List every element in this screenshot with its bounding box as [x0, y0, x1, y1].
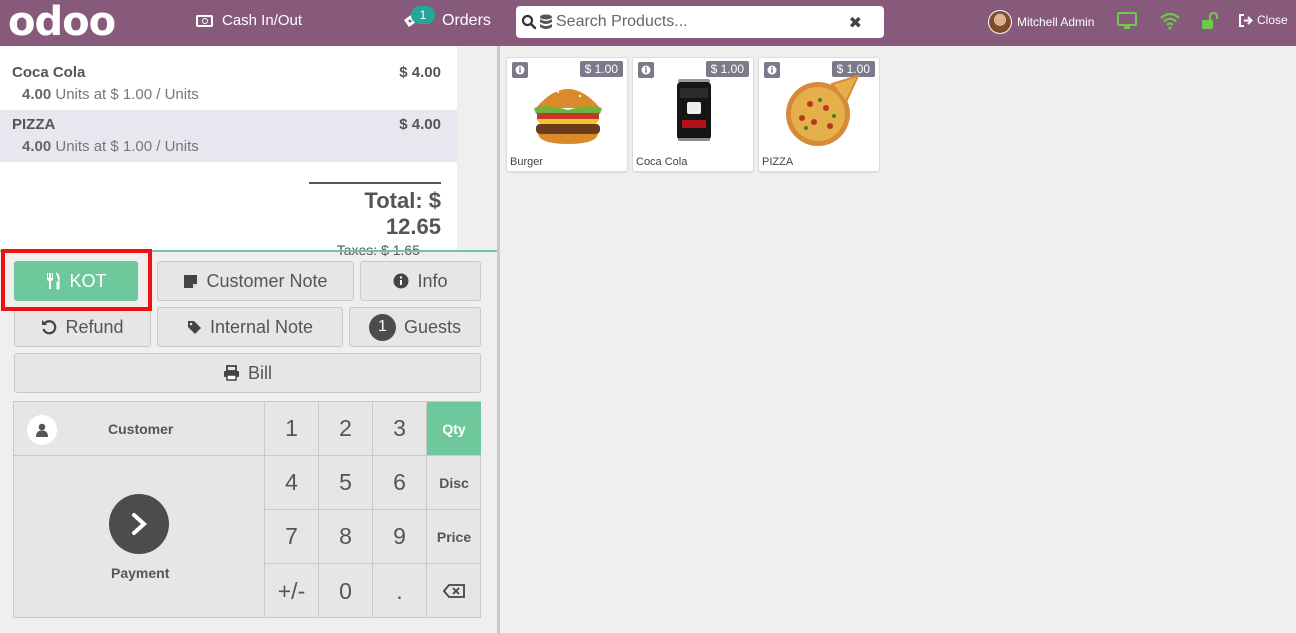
order-line-selected[interactable]: PIZZA $ 4.00 4.00 Units at $ 1.00 / Unit…: [0, 110, 457, 162]
backspace-icon: [443, 584, 465, 598]
numpad-key-3[interactable]: 3: [373, 402, 427, 456]
odoo-logo: odoo: [8, 0, 116, 45]
order-lines-area: Coca Cola $ 4.00 4.00 Units at $ 1.00 / …: [0, 46, 457, 258]
product-card-burger[interactable]: $ 1.00 Burger: [506, 57, 628, 172]
print-icon: [223, 365, 239, 381]
kot-highlight-frame: [1, 249, 152, 311]
numpad-key-1[interactable]: 1: [265, 402, 319, 456]
guests-label: Guests: [403, 316, 462, 337]
close-button[interactable]: Close: [1239, 13, 1288, 27]
numpad-key-9[interactable]: 9: [373, 510, 427, 564]
guests-count-badge: 1: [368, 313, 396, 341]
user-name: Mitchell Admin: [1017, 15, 1095, 29]
avatar: [988, 10, 1012, 34]
price-mode-button[interactable]: Price: [427, 510, 481, 564]
numpad-key-dot[interactable]: .: [373, 564, 427, 618]
top-bar: odoo Cash In/Out Orders 1 ✖ Mitchell Adm…: [0, 0, 1296, 46]
qty-mode-button[interactable]: Qty: [427, 402, 481, 456]
numpad-key-6[interactable]: 6: [373, 456, 427, 510]
numpad-key-2[interactable]: 2: [319, 402, 373, 456]
info-label: Info: [417, 270, 448, 291]
info-icon[interactable]: [512, 62, 528, 78]
guests-button[interactable]: 1 Guests: [349, 307, 481, 347]
unlock-icon[interactable]: [1201, 11, 1219, 35]
backspace-button[interactable]: [427, 564, 481, 618]
search-input[interactable]: [556, 13, 846, 31]
product-name: PIZZA: [762, 156, 794, 168]
bill-button[interactable]: Bill: [14, 353, 481, 393]
customer-button[interactable]: Customer: [14, 402, 265, 456]
undo-icon: [42, 320, 57, 335]
pizza-image: [786, 74, 860, 146]
product-card-pizza[interactable]: $ 1.00 PIZZA: [758, 57, 880, 172]
numpad-key-7[interactable]: 7: [265, 510, 319, 564]
order-line-qty: 4.00: [22, 86, 52, 103]
clear-search-icon[interactable]: ✖: [849, 13, 862, 33]
product-card-coca-cola[interactable]: $ 1.00 Coca Cola: [632, 57, 754, 172]
product-list: $ 1.00 Burger $ 1.00 Coca Cola $ 1.00 PI…: [500, 46, 1296, 633]
order-line-name: PIZZA: [12, 116, 56, 133]
order-line-info: 4.00 Units at $ 1.00 / Units: [22, 86, 199, 103]
user-icon: [27, 415, 57, 445]
close-label: Close: [1257, 13, 1288, 27]
orders-label: Orders: [442, 12, 491, 29]
cash-in-out-label: Cash In/Out: [222, 12, 303, 29]
order-line-price: $ 4.00: [399, 116, 441, 133]
database-icon: [540, 14, 552, 29]
order-line[interactable]: Coca Cola $ 4.00 4.00 Units at $ 1.00 / …: [0, 58, 457, 110]
info-button[interactable]: Info: [360, 261, 481, 301]
product-name: Coca Cola: [636, 156, 688, 168]
internal-note-button[interactable]: Internal Note: [157, 307, 343, 347]
wifi-icon[interactable]: [1160, 12, 1180, 35]
info-icon[interactable]: [638, 62, 654, 78]
sign-out-icon: [1239, 13, 1253, 27]
customer-note-button[interactable]: Customer Note: [157, 261, 354, 301]
customer-label: Customer: [108, 421, 174, 437]
order-pane: Coca Cola $ 4.00 4.00 Units at $ 1.00 / …: [0, 46, 497, 633]
monitor-icon[interactable]: [1117, 12, 1137, 35]
order-line-unit-info: Units at $ 1.00 / Units: [55, 138, 199, 155]
info-icon[interactable]: [764, 62, 780, 78]
tag-icon: [187, 320, 201, 334]
order-line-name: Coca Cola: [12, 64, 86, 81]
bill-label: Bill: [247, 362, 272, 383]
cash-icon: [196, 14, 213, 27]
chevron-right-icon: [109, 494, 169, 554]
numpad-key-5[interactable]: 5: [319, 456, 373, 510]
burger-image: [534, 86, 602, 144]
product-name: Burger: [510, 156, 544, 168]
refund-label: Refund: [65, 316, 124, 337]
user-menu[interactable]: Mitchell Admin: [988, 10, 1094, 34]
internal-note-label: Internal Note: [209, 316, 314, 337]
disc-mode-button[interactable]: Disc: [427, 456, 481, 510]
order-line-unit-info: Units at $ 1.00 / Units: [55, 86, 199, 103]
cash-in-out-button[interactable]: Cash In/Out: [196, 12, 302, 29]
note-icon: [184, 274, 198, 288]
numpad-key-plus-minus[interactable]: +/-: [265, 564, 319, 618]
search-bar: ✖: [516, 6, 884, 38]
order-line-price: $ 4.00: [399, 64, 441, 81]
customer-note-label: Customer Note: [206, 270, 328, 291]
refund-button[interactable]: Refund: [14, 307, 151, 347]
can-image: [677, 79, 711, 141]
payment-button[interactable]: Payment: [14, 456, 265, 618]
numpad: Customer Payment 1 2 3 Qty 4 5 6 Disc 7 …: [13, 401, 481, 618]
search-icon: [521, 14, 537, 30]
numpad-key-8[interactable]: 8: [319, 510, 373, 564]
order-line-qty: 4.00: [22, 138, 52, 155]
numpad-key-4[interactable]: 4: [265, 456, 319, 510]
order-total: Total: $ 12.65: [364, 188, 441, 239]
payment-label: Payment: [111, 565, 170, 581]
orders-count-badge: 1: [411, 6, 435, 24]
order-summary: Total: $ 12.65 Taxes: $ 1.65: [309, 182, 441, 258]
numpad-key-0[interactable]: 0: [319, 564, 373, 618]
info-icon: [393, 273, 409, 289]
order-line-info: 4.00 Units at $ 1.00 / Units: [22, 138, 199, 155]
